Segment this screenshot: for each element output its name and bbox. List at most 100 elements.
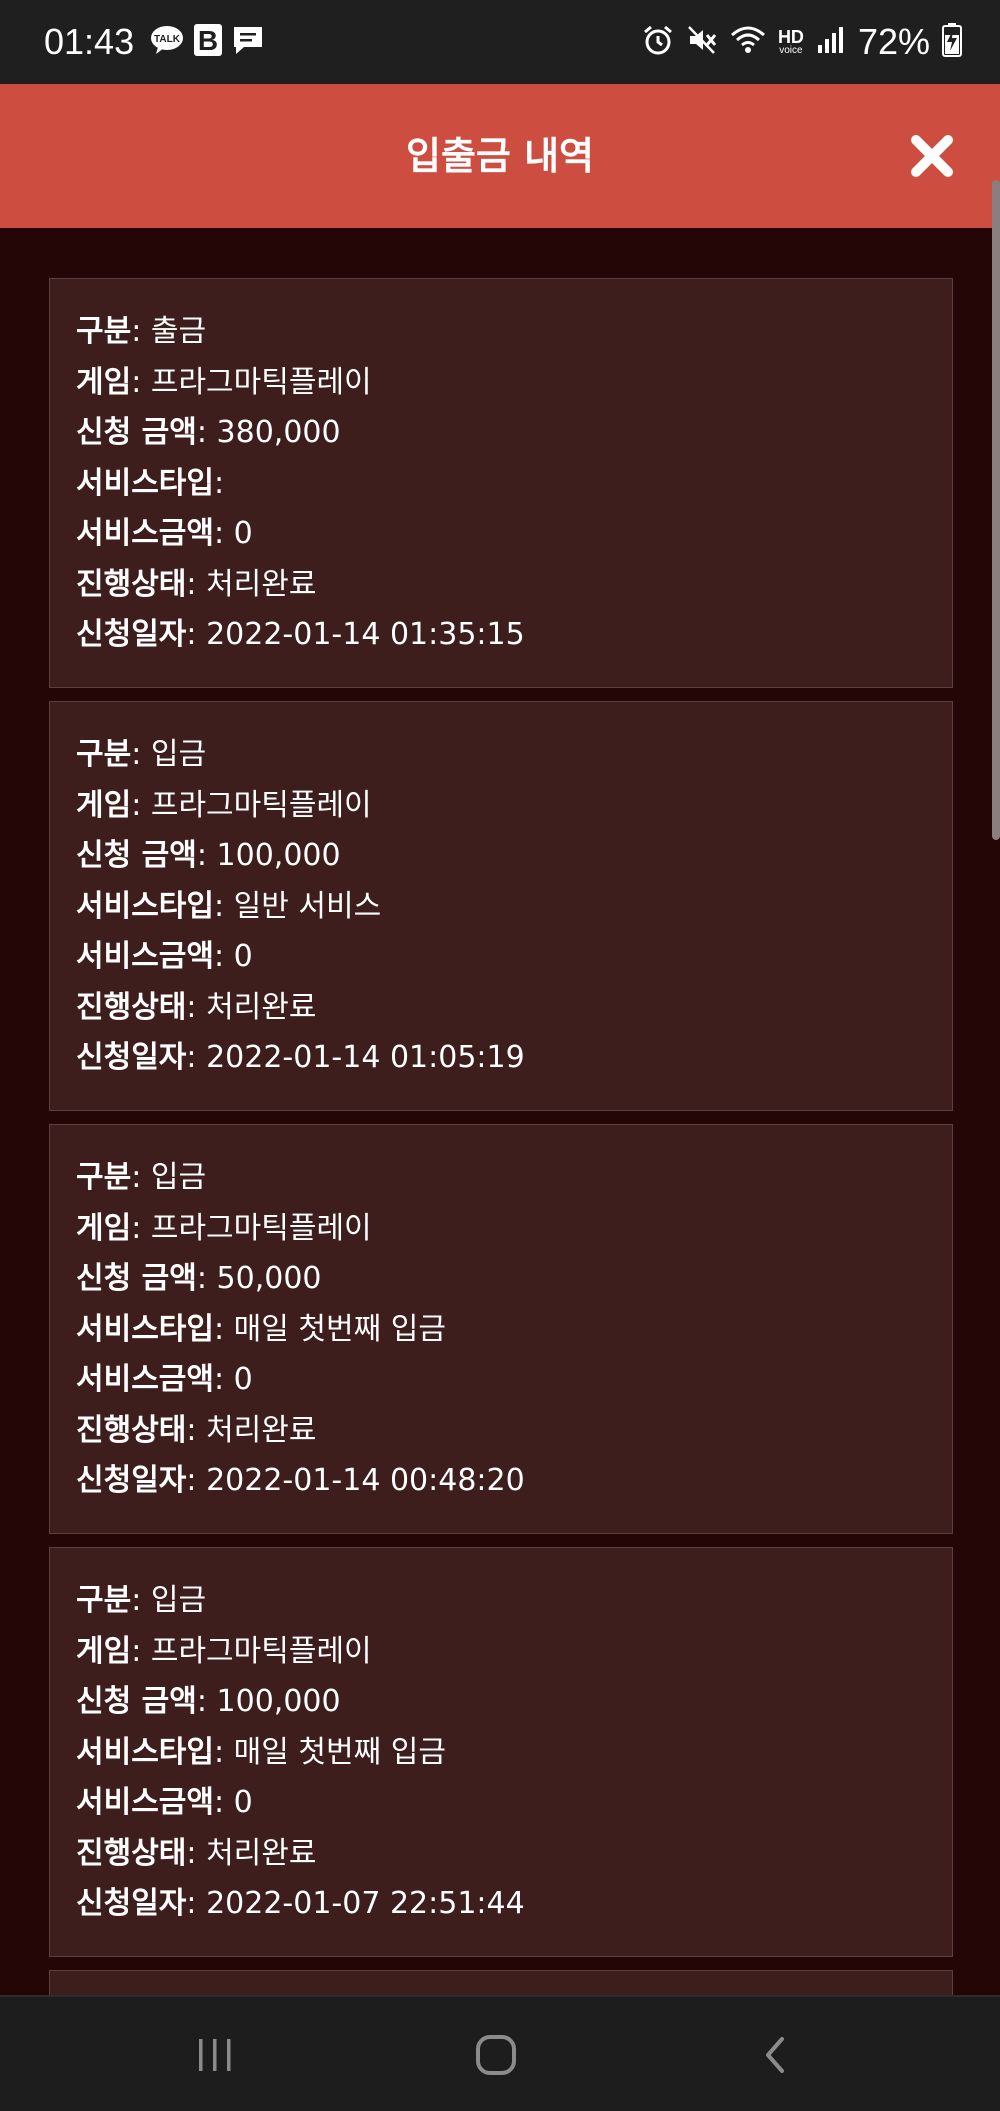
value-game: 프라그마틱플레이 [150,1633,372,1669]
separator: : [214,1362,234,1397]
row-type: 구분: 입금 [76,1576,926,1627]
row-service-amount: 서비스금액: 0 [76,1355,926,1406]
value-status: 처리완료 [206,1412,317,1448]
separator: : [186,1463,207,1498]
status-time: 01:43 [44,21,135,62]
label-service-amount: 서비스금액 [76,1362,214,1397]
row-type: 구분: 입금 [76,730,926,781]
label-service-type: 서비스타입 [76,1311,214,1347]
separator: : [131,364,151,400]
value-service-amount: 0 [233,939,253,974]
label-amount: 신청 금액 [76,1261,197,1296]
row-status: 진행상태: 처리완료 [76,983,926,1034]
label-game: 게임 [76,1210,132,1246]
band-icon-label: B [198,25,218,56]
value-status: 처리완료 [206,566,317,602]
row-status: 진행상태: 처리완료 [76,1406,926,1457]
row-service-type: 서비스타입: 일반 서비스 [76,882,926,933]
label-date: 신청일자 [76,1886,187,1921]
value-date: 2022-01-14 01:35:15 [206,617,525,652]
value-game: 프라그마틱플레이 [150,787,372,823]
recent-apps-button[interactable] [155,1997,275,2111]
value-amount: 380,000 [216,415,341,450]
row-service-type: 서비스타입: 매일 첫번째 입금 [76,1305,926,1356]
separator: : [131,737,151,772]
label-game: 게임 [76,364,132,400]
home-icon [476,2035,516,2075]
close-icon [911,135,953,177]
value-game: 프라그마틱플레이 [150,364,372,400]
value-service-type: 일반 서비스 [233,888,382,924]
label-type: 구분 [76,1583,132,1618]
label-game: 게임 [76,1633,132,1669]
row-status: 진행상태: 처리완료 [76,560,926,611]
value-type: 입금 [150,1160,207,1195]
row-game: 게임: 프라그마틱플레이 [76,1204,926,1255]
label-type: 구분 [76,737,132,772]
row-type: 구분: 출금 [76,307,926,358]
value-type: 출금 [150,314,207,349]
row-service-type: 서비스타입: 매일 첫번째 입금 [76,1728,926,1779]
row-status: 진행상태: 처리완료 [76,1829,926,1880]
label-service-type: 서비스타입 [76,465,214,501]
row-service-amount: 서비스금액: 0 [76,509,926,560]
wifi-icon [730,25,766,59]
separator: : [214,465,225,501]
transaction-card: 구분: 입금 게임: 프라그마틱플레이 신청 금액: 100,000 서비스타입… [49,701,953,1111]
row-game: 게임: 프라그마틱플레이 [76,1627,926,1678]
label-service-amount: 서비스금액 [76,939,214,974]
row-date: 신청일자: 2022-01-14 01:35:15 [76,610,926,661]
row-amount: 신청 금액: 100,000 [76,831,926,882]
separator: : [186,1835,207,1871]
value-type: 입금 [150,737,207,772]
separator: : [214,1311,234,1347]
label-date: 신청일자 [76,1463,187,1498]
label-date: 신청일자 [76,617,187,652]
value-date: 2022-01-14 01:05:19 [206,1040,525,1075]
value-service-type: 매일 첫번째 입금 [233,1311,446,1347]
label-status: 진행상태 [76,1835,187,1871]
separator: : [131,1633,151,1669]
separator: : [186,617,207,652]
separator: : [214,939,234,974]
row-type: 구분: 입금 [76,1153,926,1204]
transaction-list[interactable]: 구분: 출금 게임: 프라그마틱플레이 신청 금액: 380,000 서비스타입… [49,278,953,2030]
value-type: 입금 [150,1583,207,1618]
recent-apps-icon [199,2039,231,2071]
scrollbar[interactable] [992,180,1000,840]
label-service-amount: 서비스금액 [76,1785,214,1820]
kakaotalk-icon: TALK [150,25,184,59]
voice-label: voice [779,45,803,56]
separator: : [131,787,151,823]
label-service-type: 서비스타입 [76,888,214,924]
value-amount: 100,000 [216,1684,341,1719]
label-type: 구분 [76,314,132,349]
separator: : [186,1040,207,1075]
row-amount: 신청 금액: 50,000 [76,1254,926,1305]
value-service-amount: 0 [233,1785,253,1820]
separator: : [196,415,217,450]
separator: : [196,1261,217,1296]
separator: : [214,516,234,551]
back-icon [766,2037,784,2073]
mute-icon [686,24,718,60]
hd-label: HD [777,27,804,47]
separator: : [196,838,217,873]
separator: : [131,1160,151,1195]
row-date: 신청일자: 2022-01-14 00:48:20 [76,1456,926,1507]
row-service-amount: 서비스금액: 0 [76,932,926,983]
back-button[interactable] [716,1997,836,2111]
value-service-amount: 0 [233,1362,253,1397]
label-amount: 신청 금액 [76,415,197,450]
label-service-amount: 서비스금액 [76,516,214,551]
label-type: 구분 [76,1160,132,1195]
navigation-bar [0,1995,1000,2111]
separator: : [131,1210,151,1246]
value-date: 2022-01-14 00:48:20 [206,1463,525,1498]
alarm-icon [642,24,674,60]
label-service-type: 서비스타입 [76,1734,214,1770]
value-status: 처리완료 [206,1835,317,1871]
status-right: HD voice 72% [642,0,962,84]
close-button[interactable] [908,132,956,180]
home-button[interactable] [436,1997,556,2111]
